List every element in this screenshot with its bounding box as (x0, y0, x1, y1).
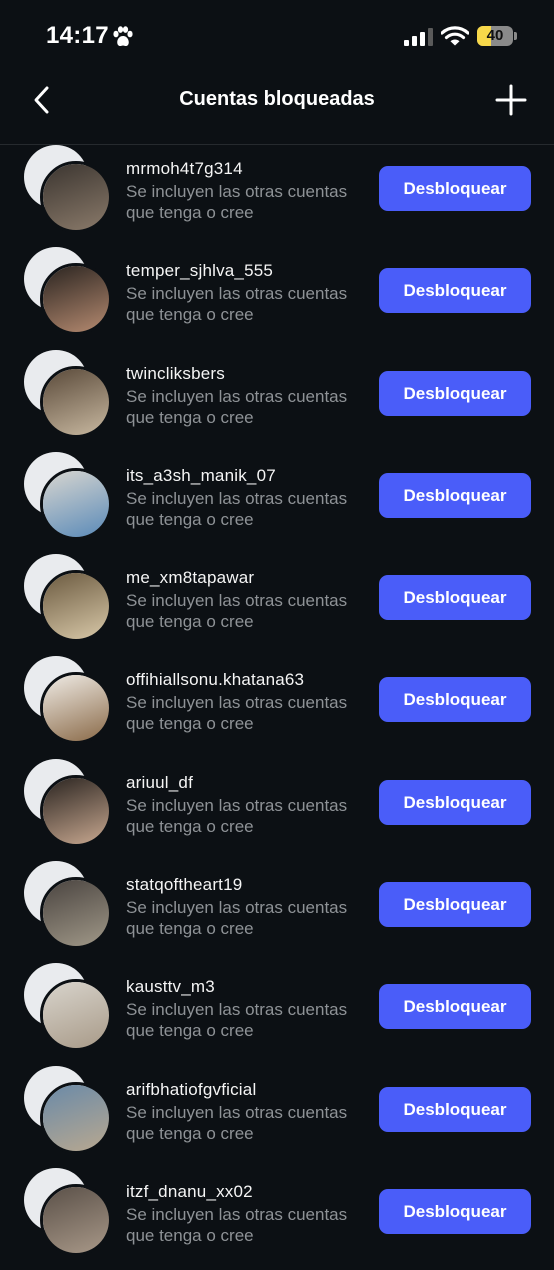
avatar[interactable] (24, 1065, 114, 1154)
username[interactable]: arifbhatiofgvficial (126, 1080, 256, 1100)
description-line-1: Se incluyen las otras cuentas (126, 284, 348, 304)
description-line-2: que tenga o cree (126, 305, 254, 325)
description-line-1: Se incluyen las otras cuentas (126, 1000, 348, 1020)
description-line-1: Se incluyen las otras cuentas (126, 1204, 348, 1224)
avatar[interactable] (24, 451, 114, 540)
page-title: Cuentas bloqueadas (179, 88, 375, 110)
unblock-button[interactable]: Desbloquear (379, 984, 531, 1030)
description-line-2: que tenga o cree (126, 509, 254, 529)
account-description: Se incluyen las otras cuentas que tenga o… (126, 1102, 366, 1144)
list-item: statqoftheart19 Se incluyen las otras cue… (0, 861, 554, 963)
avatar[interactable] (24, 349, 114, 438)
account-description: Se incluyen las otras cuentas que tenga o… (126, 386, 366, 428)
profile-photo (40, 570, 112, 643)
description-line-1: Se incluyen las otras cuentas (126, 488, 348, 508)
description-line-1: Se incluyen las otras cuentas (126, 693, 348, 713)
username[interactable]: ariuul_df (126, 773, 193, 793)
account-description: Se incluyen las otras cuentas que tenga o… (126, 590, 366, 632)
list-item: arifbhatiofgvficial Se incluyen las otras… (0, 1065, 554, 1168)
unblock-button[interactable]: Desbloquear (379, 370, 531, 416)
unblock-button[interactable]: Desbloquear (379, 472, 531, 518)
account-description: Se incluyen las otras cuentas que tenga o… (126, 181, 366, 223)
avatar[interactable] (24, 1167, 114, 1256)
list-item: kausttv_m3 Se incluyen las otras cuentas q… (0, 963, 554, 1065)
username[interactable]: kausttv_m3 (126, 977, 215, 997)
account-description: Se incluyen las otras cuentas que tenga o… (126, 1204, 366, 1246)
avatar[interactable] (24, 758, 114, 847)
avatar[interactable] (24, 963, 114, 1052)
description-line-1: Se incluyen las otras cuentas (126, 182, 348, 201)
username[interactable]: temper_sjhlva_555 (126, 261, 273, 281)
list-item: temper_sjhlva_555 Se incluyen las otras c… (0, 247, 554, 349)
paw-icon (113, 26, 133, 47)
account-description: Se incluyen las otras cuentas que tenga o… (126, 283, 366, 325)
account-description: Se incluyen las otras cuentas que tenga o… (126, 795, 366, 837)
profile-photo (40, 1081, 112, 1154)
battery-percent: 40 (486, 27, 504, 44)
avatar[interactable] (24, 656, 114, 745)
description-line-1: Se incluyen las otras cuentas (126, 1102, 348, 1122)
unblock-button[interactable]: Desbloquear (379, 882, 531, 928)
username[interactable]: offihiallsonu.khatana63 (126, 670, 304, 690)
username[interactable]: its_a3sh_manik_07 (126, 466, 276, 486)
description-line-2: que tenga o cree (126, 919, 254, 939)
profile-photo (40, 263, 112, 336)
description-line-2: que tenga o cree (126, 1225, 254, 1245)
description-line-2: que tenga o cree (126, 612, 254, 632)
list-item: itzf_dnanu_xx02 Se incluyen las otras cue… (0, 1167, 554, 1270)
account-description: Se incluyen las otras cuentas que tenga o… (126, 488, 366, 530)
list-item: its_a3sh_manik_07 Se incluyen las otras c… (0, 451, 554, 554)
unblock-button[interactable]: Desbloquear (379, 1188, 531, 1234)
description-line-1: Se incluyen las otras cuentas (126, 795, 348, 815)
list-item: ariuul_df Se incluyen las otras cuentas qu… (0, 758, 554, 861)
account-description: Se incluyen las otras cuentas que tenga o… (126, 999, 366, 1041)
description-line-2: que tenga o cree (126, 714, 254, 734)
profile-photo (40, 467, 112, 540)
description-line-2: que tenga o cree (126, 1021, 254, 1041)
unblock-button[interactable]: Desbloquear (379, 779, 531, 825)
avatar[interactable] (24, 247, 114, 336)
profile-photo (40, 1183, 112, 1256)
cellular-signal-icon (404, 28, 433, 46)
unblock-button[interactable]: Desbloquear (379, 1086, 531, 1132)
add-button[interactable] (493, 82, 529, 118)
profile-photo (40, 979, 112, 1052)
description-line-1: Se incluyen las otras cuentas (126, 591, 348, 611)
description-line-2: que tenga o cree (126, 1123, 254, 1143)
username[interactable]: mrmoh4t7g314 (126, 159, 243, 179)
username[interactable]: statqoftheart19 (126, 875, 242, 895)
blocked-accounts-list: mrmoh4t7g314 Se incluyen las otras cuenta… (0, 145, 554, 1270)
unblock-button[interactable]: Desbloquear (379, 677, 531, 723)
description-line-1: Se incluyen las otras cuentas (126, 898, 348, 918)
status-bar: 14:17 40 (0, 0, 554, 72)
list-item: twincliksbers Se incluyen las otras cuent… (0, 349, 554, 452)
unblock-button[interactable]: Desbloquear (379, 166, 531, 211)
description-line-2: que tenga o cree (126, 816, 254, 836)
list-item: me_xm8tapawar Se incluyen las otras cuent… (0, 554, 554, 656)
profile-photo (40, 672, 112, 745)
avatar[interactable] (24, 554, 114, 643)
avatar[interactable] (24, 145, 114, 233)
unblock-button[interactable]: Desbloquear (379, 575, 531, 621)
list-item: offihiallsonu.khatana63 Se incluyen las o… (0, 656, 554, 758)
account-description: Se incluyen las otras cuentas que tenga o… (126, 692, 366, 734)
battery-indicator: 40 (477, 26, 517, 48)
clock: 14:17 (46, 22, 109, 49)
description-line-1: Se incluyen las otras cuentas (126, 386, 348, 406)
description-line-2: que tenga o cree (126, 203, 254, 222)
profile-photo (40, 877, 112, 950)
navigation-bar: Cuentas bloqueadas (0, 72, 554, 145)
avatar[interactable] (24, 861, 114, 950)
profile-photo (40, 161, 112, 233)
profile-photo (40, 365, 112, 438)
wifi-icon (441, 26, 469, 46)
username[interactable]: twincliksbers (126, 364, 225, 384)
list-item: mrmoh4t7g314 Se incluyen las otras cuenta… (0, 145, 554, 247)
username[interactable]: me_xm8tapawar (126, 568, 254, 588)
account-description: Se incluyen las otras cuentas que tenga o… (126, 897, 366, 939)
unblock-button[interactable]: Desbloquear (379, 268, 531, 314)
profile-photo (40, 774, 112, 847)
description-line-2: que tenga o cree (126, 407, 254, 427)
